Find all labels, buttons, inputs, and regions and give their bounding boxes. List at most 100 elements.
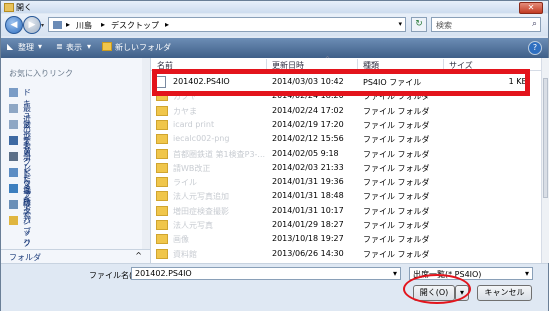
file-name: iecalc002-png [173, 134, 230, 144]
file-type: ファイル フォルダ [363, 106, 430, 116]
search-folder-icon [9, 200, 18, 209]
window-title: 開く [16, 3, 32, 12]
folder-icon [156, 220, 168, 230]
file-row[interactable]: 請WB改正 2014/02/03 21:33 ファイル フォルダ [151, 161, 541, 174]
file-row[interactable]: ライル 2014/01/31 19:36 ファイル フォルダ [151, 175, 541, 188]
file-type: ファイル フォルダ [363, 249, 430, 259]
recent-pages-dropdown[interactable]: ▾ [41, 22, 44, 29]
breadcrumb-separator: ▸ [66, 20, 71, 29]
breadcrumb-item-desktop[interactable]: デスクトップ [111, 20, 159, 31]
desktop-icon [9, 136, 18, 145]
search-icon[interactable]: ⌕ [532, 19, 537, 29]
views-dropdown-icon[interactable]: ▾ [87, 42, 91, 51]
file-type: ファイル フォルダ [363, 235, 430, 245]
close-button[interactable]: ✕ [519, 2, 543, 14]
file-type: ファイル フォルダ [363, 206, 430, 216]
file-row[interactable]: カヤま 2014/02/24 17:02 ファイル フォルダ [151, 104, 541, 117]
chevron-up-icon: ^ [135, 251, 142, 260]
folder-icon [156, 234, 168, 245]
recent-changes-icon [9, 104, 18, 113]
address-dropdown-icon[interactable]: ▾ [398, 20, 402, 28]
breadcrumb-separator: ▸ [165, 20, 170, 29]
organize-button[interactable]: 整理 [18, 42, 34, 53]
search-placeholder: 検索 [436, 21, 452, 30]
folder-icon [156, 134, 168, 145]
file-date: 2013/06/26 14:30 [272, 248, 344, 258]
scrollbar-thumb[interactable] [543, 78, 548, 198]
file-row[interactable]: icard print 2014/02/19 17:20 ファイル フォルダ [151, 118, 541, 131]
folder-icon [156, 205, 168, 216]
file-name: 法人元写真 [173, 221, 213, 230]
recent-places-icon [9, 120, 18, 129]
favorite-links-heading: お気に入りリンク [9, 69, 73, 78]
folder-icon [156, 148, 168, 159]
documents-icon [9, 88, 18, 97]
file-type: ファイル フォルダ [363, 192, 430, 202]
file-name: 請WB改正 [173, 163, 211, 173]
file-date: 2014/01/31 10:17 [272, 205, 344, 215]
file-date: 2014/02/05 9:18 [272, 148, 339, 158]
cancel-button[interactable]: キャンセル [477, 285, 532, 301]
refresh-button[interactable]: ↻ [411, 17, 427, 32]
navigation-pane-scrollbar[interactable] [142, 58, 150, 249]
file-name: ライル [173, 178, 197, 188]
file-type: ファイル フォルダ [363, 163, 430, 173]
folder-icon [53, 21, 62, 29]
forward-button[interactable]: ▶ [23, 16, 41, 34]
filename-value: 201402.PS4IO [135, 269, 192, 278]
organize-icon: ◣ [7, 42, 14, 51]
folder-icon [156, 177, 168, 188]
file-list-scrollbar[interactable] [541, 58, 549, 263]
new-folder-icon [102, 42, 112, 51]
filename-field[interactable]: 201402.PS4IO ▾ [131, 267, 401, 280]
folders-toggle[interactable]: フォルダ ^ [1, 249, 151, 264]
organize-dropdown-icon[interactable]: ▾ [38, 42, 42, 51]
file-name: 画像 [173, 235, 189, 245]
file-name: 増田症検査撮影 [173, 206, 229, 216]
file-row[interactable]: 法人元写真 2014/01/29 18:27 ファイル フォルダ [151, 218, 541, 231]
column-divider[interactable] [266, 59, 267, 69]
file-date: 2014/01/31 18:48 [272, 191, 344, 201]
views-button[interactable]: 表示 [66, 42, 82, 53]
file-type: ファイル フォルダ [363, 120, 430, 130]
folder-icon [156, 119, 168, 130]
file-row[interactable]: 法人元写真追加 2014/01/31 18:48 ファイル フォルダ [151, 189, 541, 202]
file-row[interactable]: 首都圏鉄道 第1検査P3-... 2014/02/05 9:18 ファイル フォルダ [151, 147, 541, 160]
title-bar: 開く ✕ [1, 1, 548, 14]
file-type: ファイル フォルダ [363, 149, 430, 159]
column-divider[interactable] [357, 59, 358, 69]
column-divider[interactable] [443, 59, 444, 69]
file-row[interactable]: 資料館 2013/06/26 14:30 ファイル フォルダ [151, 247, 541, 260]
folder-icon [156, 191, 168, 202]
file-highlight-annotation [152, 69, 530, 96]
back-button[interactable]: ◀ [5, 16, 23, 34]
folders-label: フォルダ [9, 253, 41, 262]
file-type-dropdown-icon[interactable]: ▾ [525, 269, 529, 278]
pictures-icon [9, 168, 18, 177]
open-button-circle-annotation [403, 274, 471, 304]
file-type: ファイル フォルダ [363, 135, 430, 145]
file-name: icard print [173, 119, 215, 129]
file-date: 2014/02/12 15:56 [272, 134, 344, 144]
breadcrumb-item-kawashima[interactable]: 川島 [76, 20, 92, 31]
file-date: 2014/02/19 17:20 [272, 119, 344, 129]
help-button[interactable]: ? [528, 41, 542, 55]
new-folder-button[interactable]: 新しいフォルダ [115, 42, 171, 53]
filename-dropdown-icon[interactable]: ▾ [393, 269, 397, 278]
file-row[interactable]: 画像 2013/10/18 19:27 ファイル フォルダ [151, 232, 541, 245]
file-date: 2014/02/03 21:33 [272, 162, 344, 172]
file-date: 2014/01/29 18:27 [272, 220, 344, 229]
address-bar[interactable]: ▸ 川島 ▸ デスクトップ ▸ ▾ [48, 17, 406, 32]
music-icon [9, 184, 18, 193]
search-input[interactable]: 検索 ⌕ [431, 17, 541, 32]
sort-indicator-icon: ^ [325, 56, 331, 63]
file-row[interactable]: iecalc002-png 2014/02/12 15:56 ファイル フォルダ [151, 132, 541, 145]
navigation-bar: ◀ ▶ ▾ ▸ 川島 ▸ デスクトップ ▸ ▾ ↻ 検索 ⌕ [1, 14, 548, 36]
file-row[interactable]: 増田症検査撮影 2014/01/31 10:17 ファイル フォルダ [151, 204, 541, 217]
folder-icon [156, 248, 168, 259]
file-date: 2013/10/18 19:27 [272, 234, 344, 244]
public-folder-icon [9, 216, 18, 225]
open-folder-icon [4, 3, 14, 12]
open-file-dialog: 開く ✕ ◀ ▶ ▾ ▸ 川島 ▸ デスクトップ ▸ ▾ ↻ 検索 ⌕ ◣ 整理… [0, 0, 549, 311]
folder-icon [156, 105, 168, 116]
